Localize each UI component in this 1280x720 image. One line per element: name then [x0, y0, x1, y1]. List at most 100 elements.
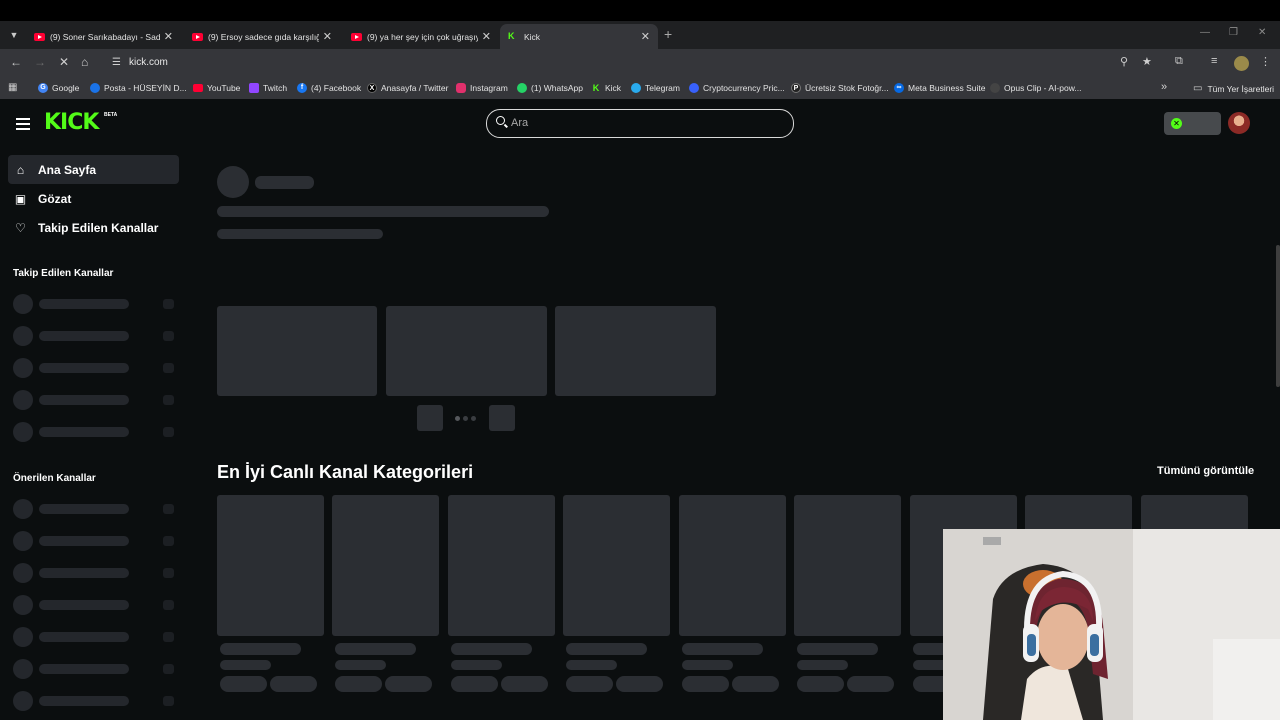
- bookmark-kick[interactable]: K Kick: [591, 83, 621, 93]
- sidebar-item-browse[interactable]: ▣ Gözat: [8, 184, 179, 213]
- bookmark-youtube[interactable]: YouTube: [193, 83, 240, 93]
- channel-skeleton: [13, 627, 176, 647]
- kick-favicon-icon: K: [508, 31, 515, 41]
- site-info-icon[interactable]: ☰: [112, 57, 121, 68]
- user-avatar[interactable]: [1228, 112, 1250, 134]
- page-scrollbar[interactable]: [1276, 245, 1280, 387]
- hamburger-menu-icon[interactable]: [16, 118, 30, 130]
- bookmark-google[interactable]: G Google: [38, 83, 79, 93]
- address-text[interactable]: kick.com: [129, 57, 168, 68]
- bookmark-crypto[interactable]: Cryptocurrency Pric...: [689, 83, 785, 93]
- bookmark-twitch[interactable]: Twitch: [249, 83, 287, 93]
- channel-skeleton: [13, 659, 176, 679]
- stop-loading-icon[interactable]: ✕: [59, 55, 69, 69]
- category-card-skeleton[interactable]: [448, 495, 555, 636]
- kick-icon: K: [592, 83, 600, 93]
- kick-coins-button[interactable]: ✕: [1164, 112, 1221, 135]
- channel-skeleton: [13, 390, 176, 410]
- close-window-icon[interactable]: ✕: [1258, 27, 1266, 38]
- channel-skeleton: [13, 422, 176, 442]
- bookmark-instagram[interactable]: Instagram: [456, 83, 508, 93]
- back-icon[interactable]: ←: [10, 55, 22, 69]
- carousel-dot[interactable]: [471, 416, 476, 421]
- category-viewers-skeleton: [566, 660, 617, 670]
- sidebar-item-label: Takip Edilen Kanallar: [38, 220, 159, 235]
- tab-search-icon[interactable]: ▼: [4, 25, 24, 45]
- bookmark-posta[interactable]: Posta - HÜSEYİN D...: [90, 83, 187, 93]
- category-card-skeleton[interactable]: [332, 495, 439, 636]
- bookmark-whatsapp[interactable]: (1) WhatsApp: [517, 83, 583, 93]
- channel-skeleton: [13, 358, 176, 378]
- category-card-skeleton[interactable]: [217, 495, 324, 636]
- whatsapp-icon: [517, 83, 527, 93]
- address-bar[interactable]: ☰ kick.com: [104, 52, 1118, 75]
- close-tab-icon[interactable]: ✕: [641, 30, 650, 43]
- category-viewers-skeleton: [220, 660, 271, 670]
- close-tab-icon[interactable]: ✕: [482, 30, 491, 43]
- channel-skeleton: [13, 595, 176, 615]
- close-tab-icon[interactable]: ✕: [164, 30, 173, 43]
- category-tag-skeleton: [616, 676, 663, 692]
- category-card-skeleton[interactable]: [794, 495, 901, 636]
- see-all-link[interactable]: Tümünü görüntüle: [1157, 465, 1254, 477]
- youtube-icon: [192, 32, 203, 41]
- menu-icon[interactable]: ⋮: [1260, 55, 1271, 68]
- search-input[interactable]: [511, 113, 781, 133]
- browse-icon: ▣: [14, 191, 27, 206]
- folder-icon: ▭: [1193, 83, 1203, 94]
- kick-k-icon: ✕: [1171, 118, 1182, 129]
- browser-tab-1[interactable]: (9) Soner Sarıkabadayı - Sadem ✕: [26, 24, 181, 49]
- home-browser-icon[interactable]: ⌂: [81, 55, 88, 69]
- search-box[interactable]: [486, 109, 794, 138]
- category-viewers-skeleton: [682, 660, 733, 670]
- sidebar-item-following[interactable]: ♡ Takip Edilen Kanallar: [8, 213, 179, 242]
- media-icon[interactable]: ≡: [1211, 55, 1217, 67]
- new-tab-icon[interactable]: +: [664, 26, 672, 42]
- carousel-dot[interactable]: [463, 416, 468, 421]
- bookmark-opus[interactable]: Opus Clip - AI-pow...: [990, 83, 1081, 93]
- home-icon: ⌂: [16, 162, 25, 177]
- twitch-icon: [249, 83, 259, 93]
- more-bookmarks-icon[interactable]: »: [1161, 81, 1167, 93]
- bookmark-twitter[interactable]: X Anasayfa / Twitter: [367, 83, 448, 93]
- category-card-skeleton[interactable]: [563, 495, 670, 636]
- all-bookmarks-folder[interactable]: ▭ Tüm Yer İşaretleri: [1193, 83, 1274, 94]
- sidebar-item-label: Ana Sayfa: [38, 162, 97, 177]
- zoom-icon[interactable]: ⚲: [1120, 55, 1128, 68]
- bookmark-meta[interactable]: ∞ Meta Business Suite: [894, 83, 985, 93]
- sidebar-item-home[interactable]: ⌂ Ana Sayfa: [8, 155, 179, 184]
- apps-grid-icon[interactable]: ▦: [8, 82, 17, 93]
- mail-icon: [90, 83, 100, 93]
- category-title-skeleton: [220, 643, 301, 655]
- browser-tab-2[interactable]: (9) Ersoy sadece gıda karşılığın ✕: [184, 24, 340, 49]
- tab-title: (9) Soner Sarıkabadayı - Sadem: [50, 31, 160, 42]
- carousel-dot[interactable]: [455, 416, 460, 421]
- extensions-icon[interactable]: ⧉: [1175, 55, 1183, 68]
- close-tab-icon[interactable]: ✕: [323, 30, 332, 43]
- category-tag-skeleton: [797, 676, 844, 692]
- recommended-channels-heading: Önerilen Kanallar: [13, 473, 96, 484]
- youtube-icon: [34, 32, 45, 41]
- restore-icon[interactable]: ❐: [1229, 27, 1238, 38]
- bookmark-telegram[interactable]: Telegram: [631, 83, 680, 93]
- browser-tab-kick[interactable]: K Kick ✕: [500, 24, 658, 49]
- heart-icon: ♡: [15, 220, 26, 235]
- category-card-skeleton[interactable]: [679, 495, 786, 636]
- bookmark-facebook[interactable]: f (4) Facebook: [297, 83, 361, 93]
- sidebar-item-label: Gözat: [38, 191, 72, 206]
- category-tag-skeleton: [270, 676, 317, 692]
- kick-logo[interactable]: KICK: [44, 110, 99, 135]
- browser-profile-avatar[interactable]: [1234, 56, 1249, 71]
- minimize-icon[interactable]: —: [1200, 27, 1210, 38]
- carousel-next-button[interactable]: [489, 405, 515, 431]
- forward-icon[interactable]: →: [34, 55, 46, 69]
- bookmark-star-icon[interactable]: ★: [1142, 55, 1152, 68]
- browser-tab-3[interactable]: (9) ya her şey için çok uğraşıyo ✕: [343, 24, 499, 49]
- site-header: KICK BETA ✕: [0, 99, 1280, 149]
- facebook-icon: f: [297, 83, 307, 93]
- featured-line-skeleton: [217, 206, 549, 217]
- channel-skeleton: [13, 294, 176, 314]
- carousel-prev-button[interactable]: [417, 405, 443, 431]
- bookmark-stock-photo[interactable]: P Ücretsiz Stok Fotoğr...: [791, 83, 889, 93]
- carousel-card-skeleton: [217, 306, 377, 396]
